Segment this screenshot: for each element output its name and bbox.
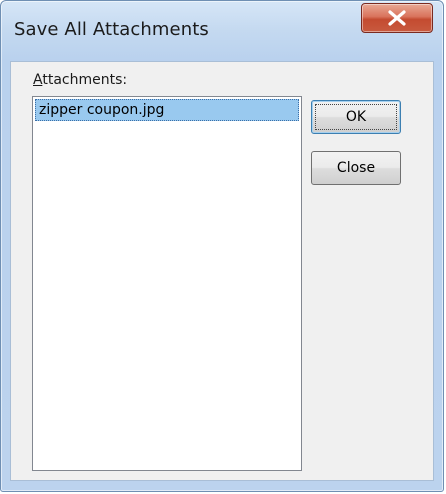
ok-button[interactable]: OK <box>311 100 401 134</box>
title-bar[interactable]: Save All Attachments <box>1 1 443 61</box>
attachments-label: Attachments: <box>33 72 127 88</box>
window-title: Save All Attachments <box>14 19 209 40</box>
close-icon <box>388 10 406 26</box>
close-button[interactable]: Close <box>311 151 401 185</box>
attachments-label-text: ttachments: <box>42 72 128 88</box>
ok-button-label: OK <box>345 109 367 125</box>
window-close-button[interactable] <box>361 3 433 33</box>
list-item[interactable]: zipper coupon.jpg <box>35 99 299 121</box>
attachments-label-accelerator: A <box>33 72 43 88</box>
dialog-window: Save All Attachments Attachments: zipper… <box>0 0 444 492</box>
attachments-listbox[interactable]: zipper coupon.jpg <box>32 96 302 471</box>
dialog-client-area: Attachments: zipper coupon.jpg OK Close <box>10 61 434 481</box>
close-button-label: Close <box>336 160 376 176</box>
